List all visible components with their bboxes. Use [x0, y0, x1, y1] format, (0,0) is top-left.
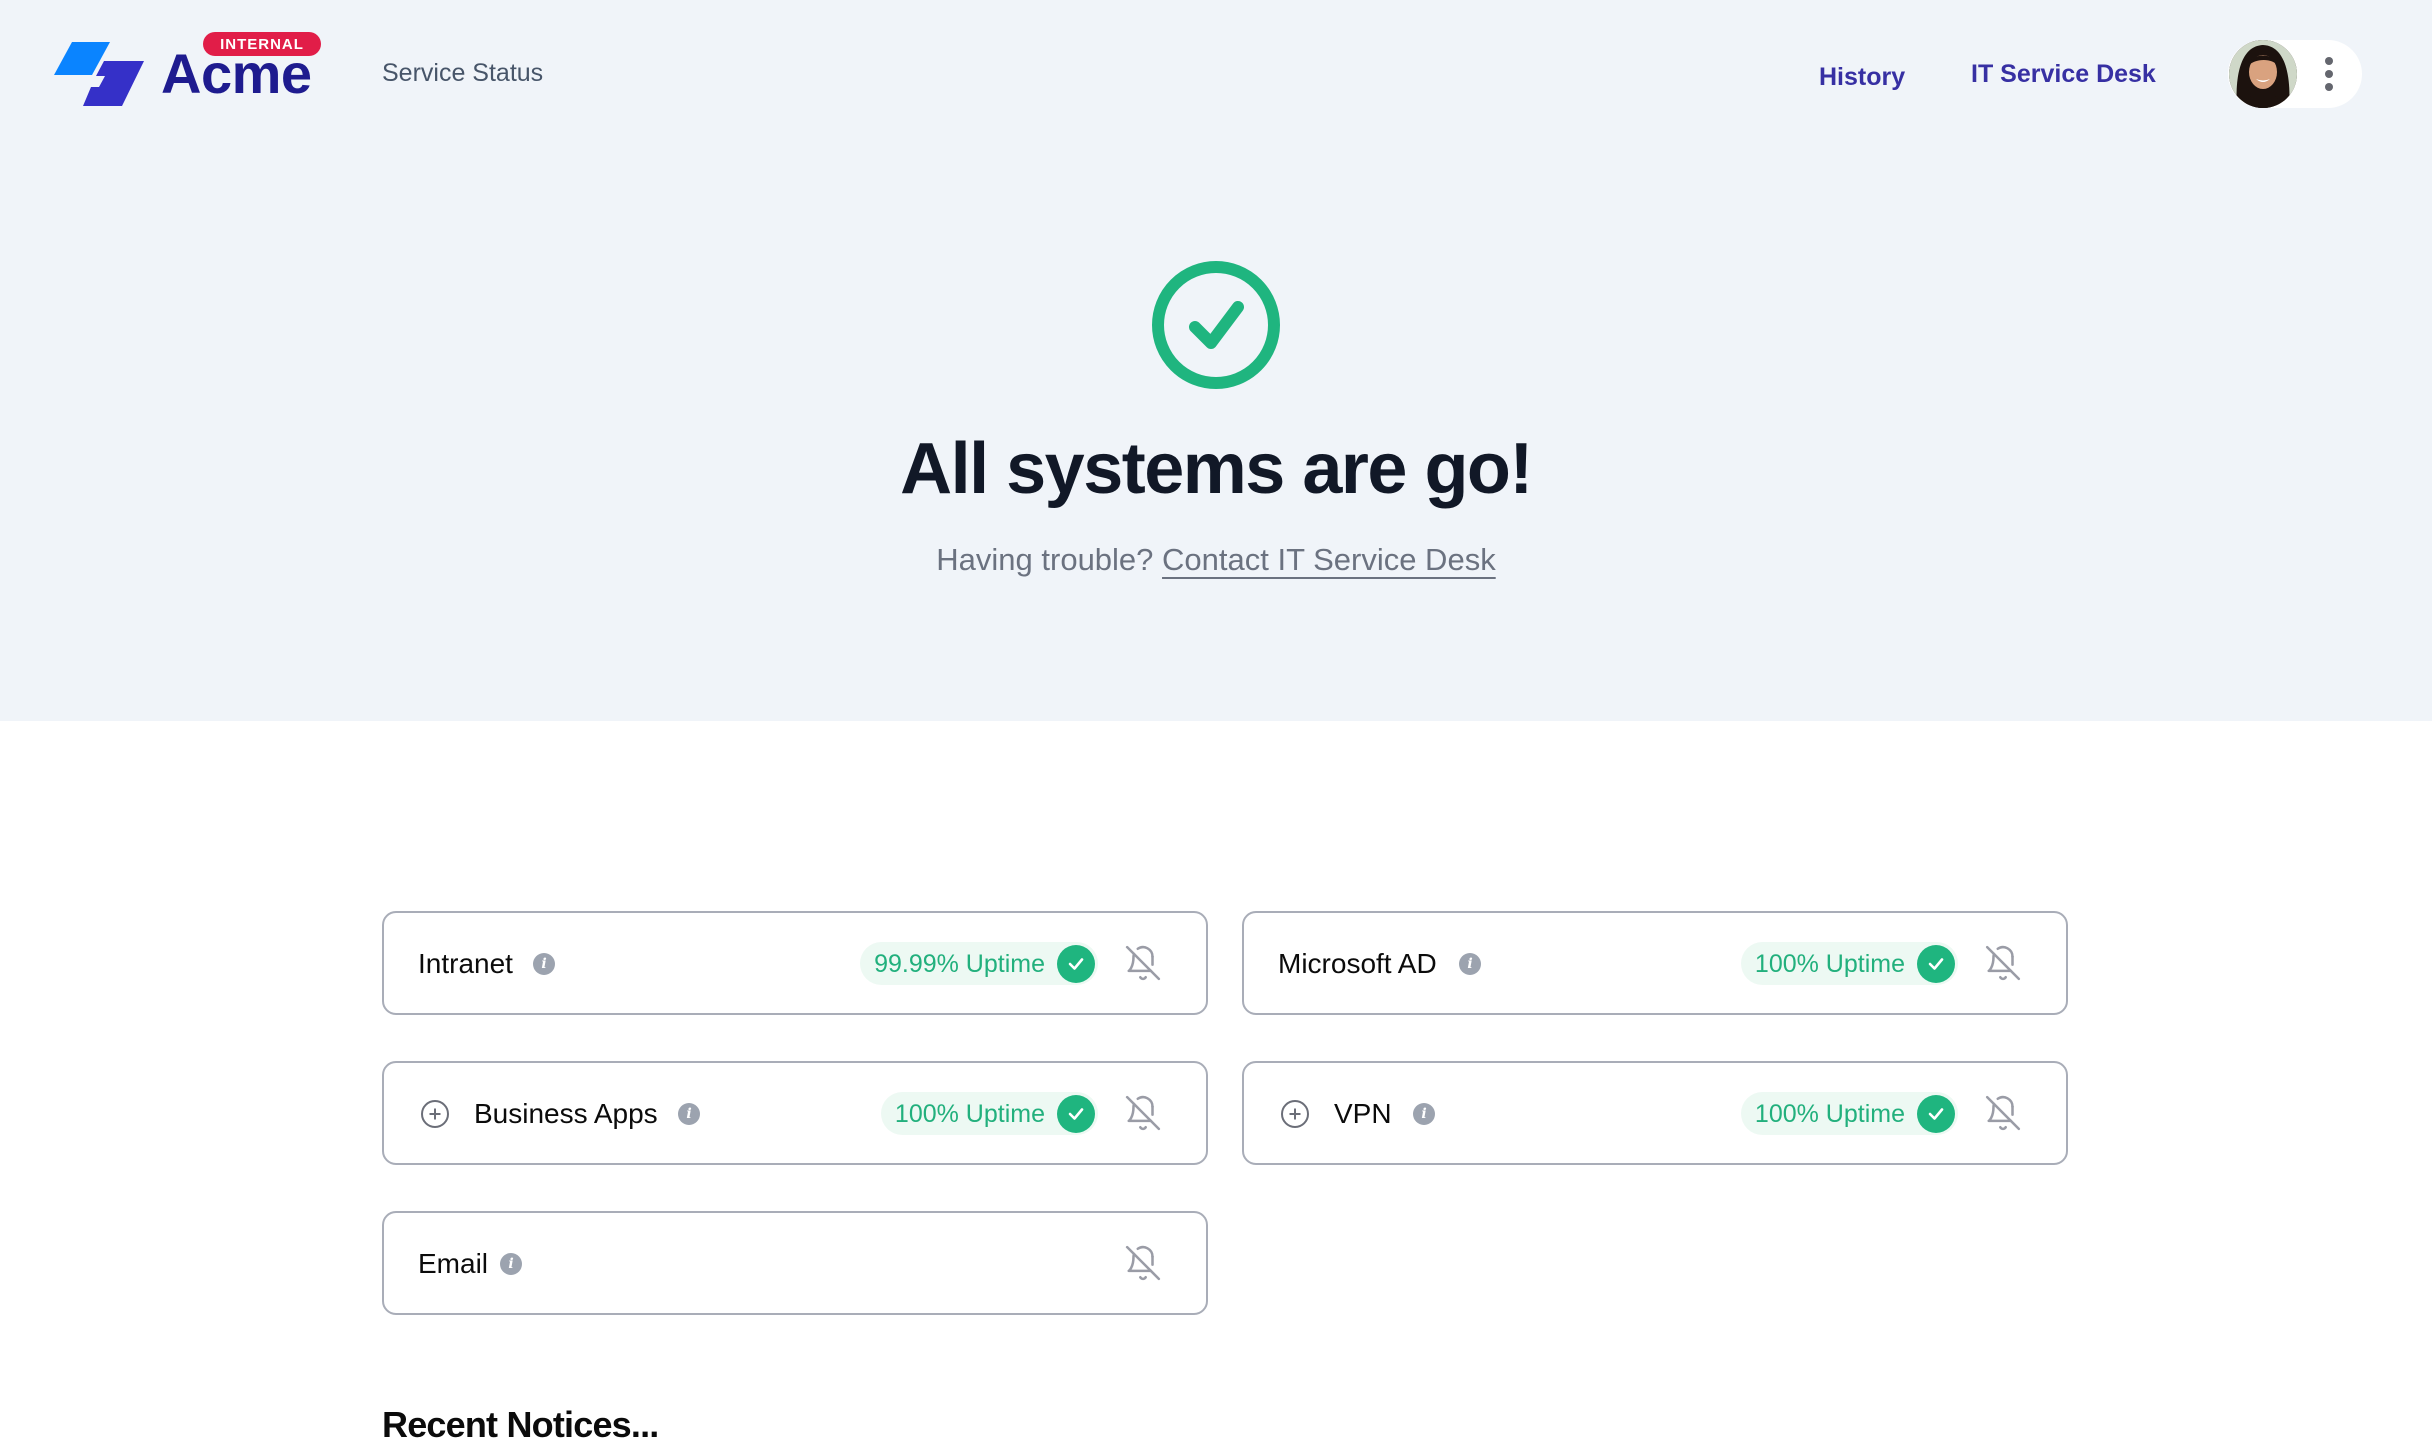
uptime-text: 99.99% Uptime — [874, 949, 1045, 978]
hero-subtitle: Having trouble? Contact IT Service Desk — [0, 538, 2432, 582]
brand-name[interactable]: Acme — [161, 44, 312, 104]
app-title: Service Status — [382, 59, 544, 87]
bell-off-icon[interactable] — [1124, 944, 1162, 982]
uptime-text: 100% Uptime — [1754, 949, 1905, 978]
check-circle-icon — [1152, 261, 1280, 389]
service-card-email[interactable]: Email i — [382, 1211, 1208, 1315]
service-card-vpn[interactable]: VPN i 100% Uptime — [1242, 1061, 2068, 1165]
check-icon — [1057, 1094, 1095, 1133]
uptime-badge: 100% Uptime — [1740, 1092, 1958, 1135]
check-icon — [1917, 944, 1955, 983]
acme-logo-icon — [54, 42, 144, 106]
contact-it-service-desk-link[interactable]: Contact IT Service Desk — [1162, 542, 1496, 577]
bell-off-icon[interactable] — [1984, 944, 2022, 982]
check-icon — [1057, 944, 1095, 983]
bell-off-icon[interactable] — [1984, 1094, 2022, 1132]
hero-subtitle-prefix: Having trouble? — [936, 542, 1163, 577]
bell-off-icon[interactable] — [1124, 1094, 1162, 1132]
expand-plus-circle-icon[interactable] — [420, 1099, 450, 1129]
info-icon[interactable]: i — [1459, 953, 1481, 975]
service-name: Email — [418, 1248, 489, 1279]
service-card-business-apps[interactable]: Business Apps i 100% Uptime — [382, 1061, 1208, 1165]
avatar[interactable] — [2229, 40, 2297, 108]
info-icon[interactable]: i — [500, 1253, 522, 1275]
service-card-microsoft-ad[interactable]: Microsoft AD i 100% Uptime — [1242, 911, 2068, 1015]
uptime-text: 100% Uptime — [894, 1099, 1045, 1128]
page-title: All systems are go! — [900, 429, 1533, 509]
expand-plus-circle-icon[interactable] — [1280, 1099, 1310, 1129]
hero-section: INTERNAL Acme Service Status History IT … — [0, 0, 2432, 721]
uptime-badge: 99.99% Uptime — [860, 942, 1098, 985]
service-name: Intranet — [418, 948, 513, 979]
bell-off-icon[interactable] — [1124, 1244, 1162, 1282]
info-icon[interactable]: i — [1413, 1103, 1435, 1125]
info-icon[interactable]: i — [533, 953, 555, 975]
service-name: Business Apps — [474, 1098, 658, 1129]
kebab-menu-icon[interactable] — [2316, 54, 2342, 94]
check-icon — [1917, 1094, 1955, 1133]
nav-it-service-desk-link[interactable]: IT Service Desk — [1971, 59, 2156, 89]
service-card-intranet[interactable]: Intranet i 99.99% Uptime — [382, 911, 1208, 1015]
service-name: Microsoft AD — [1278, 948, 1437, 979]
uptime-badge: 100% Uptime — [1740, 942, 1958, 985]
info-icon[interactable]: i — [678, 1103, 700, 1125]
avatar-photo-icon — [2229, 40, 2297, 108]
service-name: VPN — [1334, 1098, 1392, 1129]
recent-notices-heading: Recent Notices... — [382, 1404, 659, 1445]
uptime-badge: 100% Uptime — [880, 1092, 1098, 1135]
nav-history-link[interactable]: History — [1819, 62, 1905, 92]
uptime-text: 100% Uptime — [1754, 1099, 1905, 1128]
